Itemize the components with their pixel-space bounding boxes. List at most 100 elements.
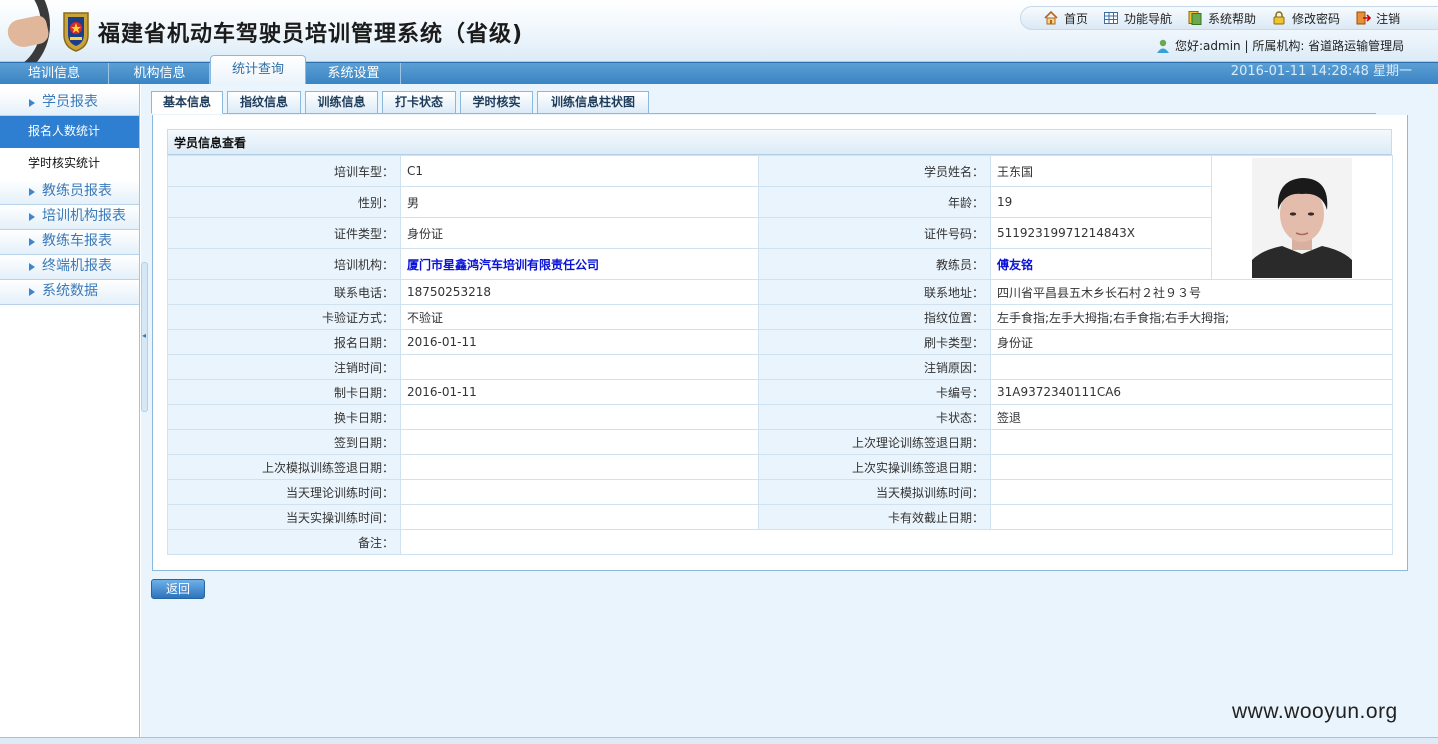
student-info-table: 培训车型： C1 学员姓名： 王东国 性别： 男 年龄： 19 证件类型： 身份… [167,155,1393,555]
user-info: 您好:admin | 所属机构: 省道路运输管理局 [1155,37,1404,54]
home-icon [1043,10,1059,26]
system-title: 福建省机动车驾驶员培训管理系统（省级) [98,22,524,47]
table-row: 制卡日期： 2016-01-11 卡编号： 31A9372340111CA6 [167,379,1393,405]
field-value: 身份证 [990,329,1393,355]
table-row: 报名日期： 2016-01-11 刷卡类型： 身份证 [167,329,1393,355]
field-value: 2016-01-11 [400,329,759,355]
logout-icon [1355,10,1372,26]
subtab-hours-verify[interactable]: 学时核实 [460,91,533,114]
field-value: 身份证 [400,217,759,249]
field-label: 刷卡类型： [758,329,991,355]
triangle-right-icon [29,263,35,271]
sidebar-collapse-handle[interactable]: ◂ [141,262,148,412]
subtab-fingerprint-info[interactable]: 指纹信息 [227,91,301,114]
watermark: www.wooyun.org [1232,700,1398,723]
field-label: 卡有效截止日期： [758,504,991,530]
table-row: 当天理论训练时间： 当天模拟训练时间： [167,479,1393,505]
subtab-training-bar-chart[interactable]: 训练信息柱状图 [537,91,649,114]
field-value: 2016-01-11 [400,379,759,405]
tab-system-settings[interactable]: 系统设置 [307,63,401,85]
field-value [400,429,759,455]
field-value: 19 [990,186,1212,218]
subtab-clock-status[interactable]: 打卡状态 [382,91,456,114]
field-label: 卡验证方式： [167,304,401,330]
logout-link[interactable]: 注销 [1355,10,1400,27]
field-label: 注销时间： [167,354,401,380]
table-row: 当天实操训练时间： 卡有效截止日期： [167,504,1393,530]
student-photo [1252,157,1352,278]
change-password-label: 修改密码 [1292,11,1341,26]
sidebar: 学员报表 报名人数统计 学时核实统计 教练员报表 培训机构报表 教练车报表 终端… [0,84,140,744]
sidebar-item-hours-verify-stats[interactable]: 学时核实统计 [0,148,139,180]
field-label: 当天理论训练时间： [167,479,401,505]
field-label: 上次模拟训练签退日期： [167,454,401,480]
table-row: 备注： [167,529,1393,555]
field-value [990,504,1393,530]
sidebar-group-institution-report[interactable]: 培训机构报表 [0,205,139,230]
chevron-left-icon: ◂ [142,331,147,340]
table-row: 证件类型： 身份证 证件号码： 51192319971214843X [167,217,1393,249]
subtab-training-info[interactable]: 训练信息 [305,91,378,114]
field-label: 上次实操训练签退日期： [758,454,991,480]
triangle-right-icon [29,213,35,221]
field-label: 证件号码： [758,217,991,249]
sidebar-group-label: 终端机报表 [42,258,112,274]
field-label: 换卡日期： [167,404,401,430]
grid-icon [1103,10,1119,26]
table-row: 性别： 男 年龄： 19 [167,186,1393,218]
sidebar-group-student-report[interactable]: 学员报表 [0,91,139,116]
field-label: 联系电话： [167,279,401,305]
triangle-right-icon [29,99,35,107]
system-help-link[interactable]: 系统帮助 [1187,10,1256,27]
sidebar-group-vehicle-report[interactable]: 教练车报表 [0,230,139,255]
field-label: 学员姓名： [758,155,991,187]
table-row: 卡验证方式： 不验证 指纹位置： 左手食指;左手大拇指;右手食指;右手大拇指; [167,304,1393,330]
field-value: 左手食指;左手大拇指;右手食指;右手大拇指; [990,304,1393,330]
field-value: 31A9372340111CA6 [990,379,1393,405]
field-label: 当天实操训练时间： [167,504,401,530]
triangle-right-icon [29,238,35,246]
field-value [400,454,759,480]
field-value [400,504,759,530]
logout-label: 注销 [1376,11,1401,26]
field-value: 四川省平昌县五木乡长石村２社９３号 [990,279,1393,305]
header: 福建省机动车驾驶员培训管理系统（省级) 首页 功能导航 系统帮助 修改密码 注销 [0,0,1438,62]
help-book-icon [1187,10,1203,26]
change-password-link[interactable]: 修改密码 [1271,10,1340,27]
sidebar-group-terminal-report[interactable]: 终端机报表 [0,255,139,280]
sidebar-item-enrollment-stats[interactable]: 报名人数统计 [0,116,139,148]
tab-institution-info[interactable]: 机构信息 [110,63,210,85]
sidebar-group-label: 系统数据 [42,283,98,299]
home-link[interactable]: 首页 [1043,10,1088,27]
table-row: 联系电话： 18750253218 联系地址： 四川省平昌县五木乡长石村２社９３… [167,279,1393,305]
field-value: 51192319971214843X [990,217,1212,249]
field-label: 卡状态： [758,404,991,430]
panel-title: 学员信息查看 [167,129,1392,155]
coach-value: 傅友铭 [990,248,1212,280]
subtab-basic-info[interactable]: 基本信息 [151,91,223,114]
system-help-label: 系统帮助 [1208,11,1257,26]
field-value [990,479,1393,505]
tab-training-info[interactable]: 培训信息 [0,63,109,85]
field-label: 卡编号： [758,379,991,405]
user-icon [1155,38,1171,54]
field-value: 签退 [990,404,1393,430]
table-row: 注销时间： 注销原因： [167,354,1393,380]
field-label: 上次理论训练签退日期： [758,429,991,455]
sidebar-group-coach-report[interactable]: 教练员报表 [0,180,139,205]
table-row: 换卡日期： 卡状态： 签退 [167,404,1393,430]
lock-icon [1271,10,1287,26]
main-nav: 培训信息 机构信息 统计查询 系统设置 2016-01-11 14:28:48 … [0,55,1438,86]
field-value: 男 [400,186,759,218]
table-row: 签到日期： 上次理论训练签退日期： [167,429,1393,455]
sidebar-group-system-data[interactable]: 系统数据 [0,280,139,305]
steering-wheel-image [0,0,56,62]
field-value [400,354,759,380]
table-row: 上次模拟训练签退日期： 上次实操训练签退日期： [167,454,1393,480]
sidebar-group-label: 教练员报表 [42,183,112,199]
field-label: 签到日期： [167,429,401,455]
function-nav-link[interactable]: 功能导航 [1103,10,1172,27]
back-button[interactable]: 返回 [151,579,205,599]
top-links-bar: 首页 功能导航 系统帮助 修改密码 注销 [1020,6,1438,30]
tab-statistics-query[interactable]: 统计查询 [210,55,306,86]
